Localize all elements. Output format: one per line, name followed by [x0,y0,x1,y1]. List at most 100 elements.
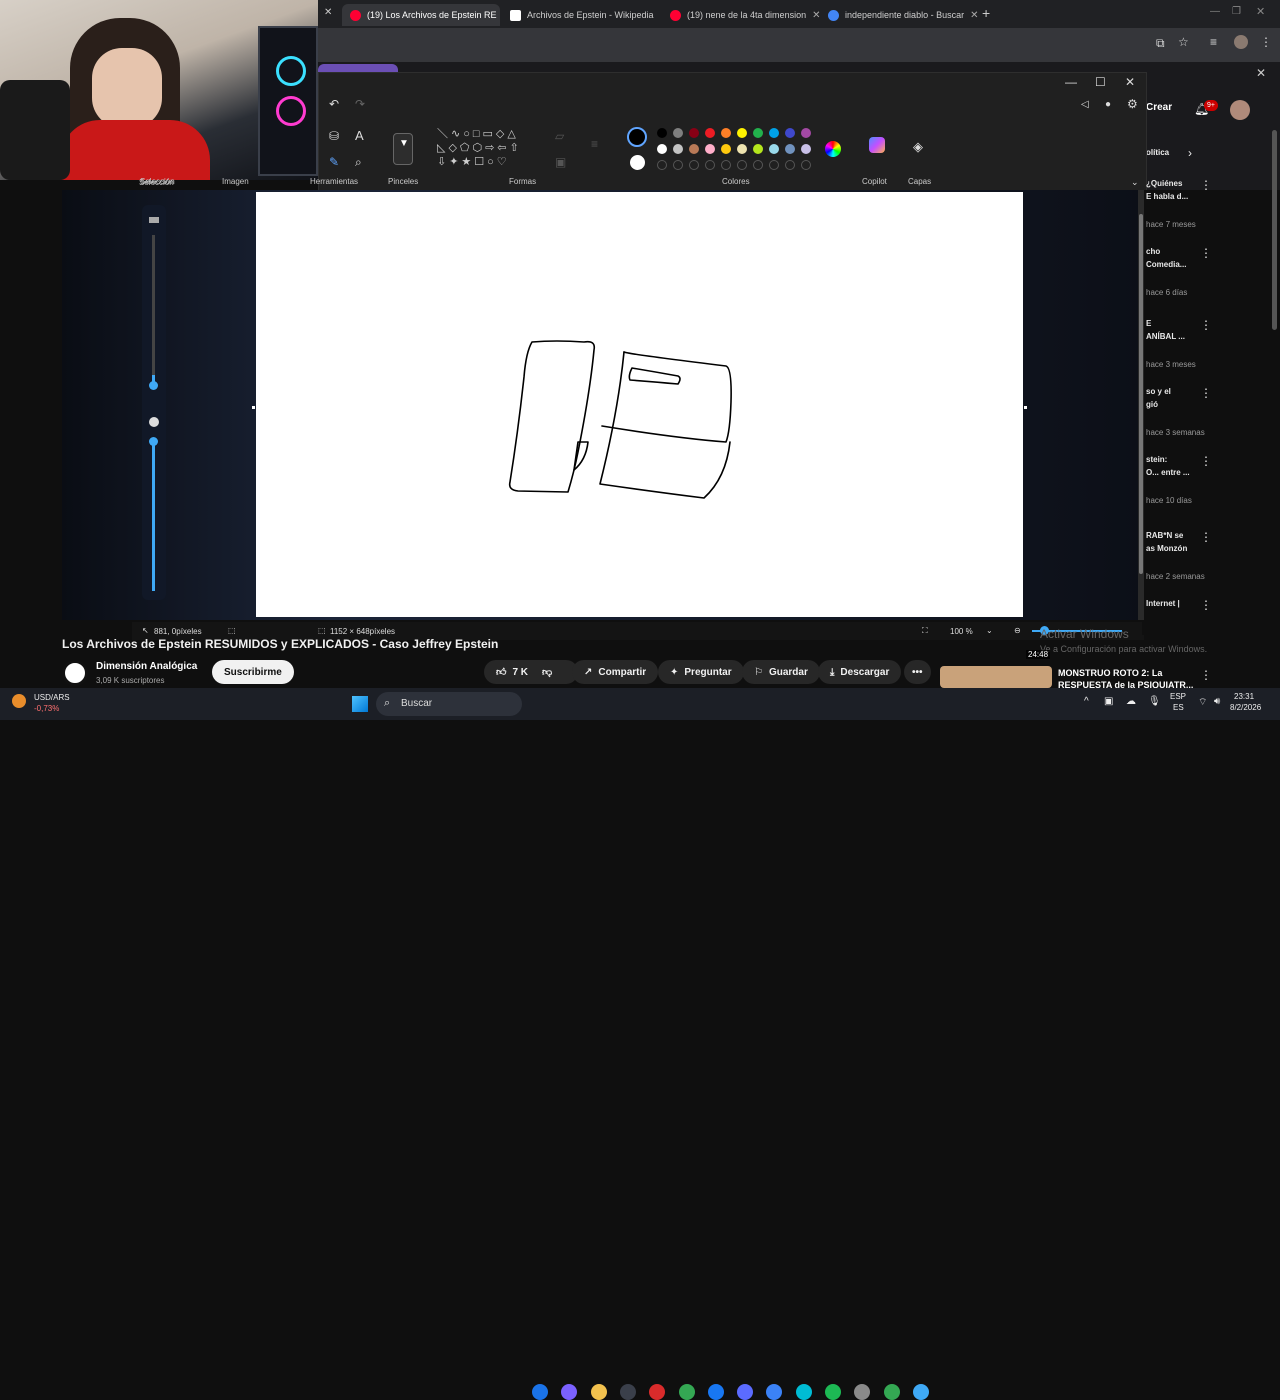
keyboard-code[interactable]: ES [1173,703,1184,712]
size-icon[interactable]: ≡ [591,137,598,151]
color-picker-icon[interactable]: ✎ [329,155,339,169]
color-swatch[interactable] [785,160,795,170]
taskbar-search[interactable]: ⌕ Buscar [376,692,522,716]
download-button[interactable]: ⤓Descargar [818,660,901,684]
minimize-icon[interactable]: — [1065,75,1077,89]
recommendation-title[interactable]: stein: [1146,454,1167,466]
more-dots-icon[interactable]: ⋮ [1200,668,1212,682]
text-tool-icon[interactable]: A [355,128,364,143]
recommendation-title-line2[interactable]: Comedia... [1146,259,1186,271]
color-swatch[interactable] [769,160,779,170]
color-swatch[interactable] [705,144,715,154]
browser-tab[interactable]: (19) Los Archivos de Epstein RE ✕ [342,4,500,26]
color-swatch[interactable] [721,128,731,138]
color-swatch[interactable] [753,128,763,138]
minimize-icon[interactable]: — [1210,6,1220,17]
color-swatch[interactable] [673,160,683,170]
filter-chip[interactable]: olítica [1146,148,1169,157]
chevron-down-icon[interactable]: ⌄ [1131,177,1139,188]
more-dots-icon[interactable]: ⋮ [1200,246,1212,260]
create-button[interactable]: Crear [1146,102,1172,113]
color-swatch[interactable] [689,160,699,170]
thumbs-up-icon[interactable]: 👍︎ [496,666,506,678]
primary-color[interactable] [627,127,647,147]
next-video-title[interactable]: MONSTRUO ROTO 2: La [1058,668,1162,678]
copilot-icon[interactable] [561,1384,577,1400]
chrome-profile-icon[interactable] [884,1384,900,1400]
store-icon[interactable] [620,1384,636,1400]
profile-avatar[interactable] [1234,35,1248,49]
color-swatch[interactable] [721,160,731,170]
recommendation-title-line2[interactable]: E habla d... [1146,191,1188,203]
reading-list-icon[interactable]: ≡ [1210,35,1217,49]
color-swatch[interactable] [737,160,747,170]
spotify-icon[interactable] [825,1384,841,1400]
new-tab-button[interactable]: + [982,5,990,21]
shapes-gallery[interactable]: ＼∿○□▭◇△ ◺◇⬠⬡⇨⇦⇧ ⇩✦★☐○♡ [437,127,541,177]
proton-vpn-icon[interactable] [737,1384,753,1400]
maximize-icon[interactable]: ☐ [1095,75,1106,89]
resize-handle[interactable] [1024,406,1027,409]
color-swatch[interactable] [785,128,795,138]
size-slider-thumb[interactable] [149,381,158,390]
close-icon[interactable]: ✕ [1256,66,1266,80]
windows-start-icon[interactable] [352,696,368,712]
color-swatch[interactable] [721,144,731,154]
color-swatch[interactable] [689,128,699,138]
wifi-icon[interactable]: ⌔ [1198,696,1207,709]
github-icon[interactable] [854,1384,870,1400]
color-swatch[interactable] [801,160,811,170]
browser-tab[interactable]: (19) nene de la 4ta dimension ✕ [662,4,820,26]
recommendation-title-line2[interactable]: ANÍBAL ... [1146,331,1185,343]
color-swatch[interactable] [801,144,811,154]
close-window-icon[interactable]: ✕ [1125,75,1135,89]
color-swatch[interactable] [801,128,811,138]
account-icon[interactable]: ● [1105,99,1111,110]
menu-dots-icon[interactable]: ⋮ [1260,35,1272,49]
color-swatch[interactable] [753,160,763,170]
mic-icon[interactable]: 🎙︎ [1148,696,1161,707]
whatsapp-icon[interactable] [796,1384,812,1400]
recommendation-title[interactable]: Internet | [1146,598,1180,610]
like-dislike-button[interactable]: 👍︎ 7 K 👎︎ [484,660,578,684]
file-explorer-icon[interactable] [591,1384,607,1400]
recommendation-title-line2[interactable]: as Monzón [1146,543,1187,555]
page-scrollbar[interactable] [1272,130,1277,330]
recommendation-title-line2[interactable]: gió [1146,399,1158,411]
facebook-icon[interactable] [708,1384,724,1400]
share-button[interactable]: ↗Compartir [572,660,658,684]
color-swatch[interactable] [769,144,779,154]
fill-bucket-icon[interactable]: ⛁ [329,129,339,143]
fill-icon[interactable]: ▣ [555,155,566,169]
recommendation-title[interactable]: ¿Quiénes [1146,178,1182,190]
thumbs-down-icon[interactable]: 👎︎ [542,666,552,678]
color-swatch[interactable] [737,144,747,154]
color-swatch[interactable] [769,128,779,138]
opacity-slider-track[interactable] [152,441,155,591]
more-dots-icon[interactable]: ⋮ [1200,454,1212,468]
browser-tab[interactable]: Archivos de Epstein - Wikipedia ✕ [502,4,660,26]
recommendation-title[interactable]: RAB*N se [1146,530,1183,542]
close-tab-icon[interactable]: ✕ [812,10,820,21]
more-dots-icon[interactable]: ⋮ [1200,598,1212,612]
color-swatch[interactable] [705,160,715,170]
color-swatch[interactable] [785,144,795,154]
color-swatch[interactable] [657,160,667,170]
color-swatch[interactable] [737,128,747,138]
ask-button[interactable]: ✦Preguntar [658,660,744,684]
tray-icon[interactable]: ▣ [1104,696,1113,707]
account-avatar[interactable] [1230,100,1250,120]
recommendation-title[interactable]: so y el [1146,386,1171,398]
fit-screen-icon[interactable]: ⛶ [922,626,928,636]
recommendation-title[interactable]: E [1146,318,1151,330]
volume-icon[interactable]: 🔊︎ [1214,696,1220,707]
more-dots-icon[interactable]: ⋮ [1200,530,1212,544]
chrome-icon[interactable] [679,1384,695,1400]
sidebar-scrollbar[interactable] [1138,190,1144,620]
color-swatch[interactable] [673,128,683,138]
next-video-thumbnail[interactable] [940,666,1052,688]
more-dots-icon[interactable]: ⋮ [1200,178,1212,192]
more-actions-button[interactable]: ••• [904,660,931,684]
color-swatch[interactable] [673,144,683,154]
secondary-color[interactable] [630,155,645,170]
